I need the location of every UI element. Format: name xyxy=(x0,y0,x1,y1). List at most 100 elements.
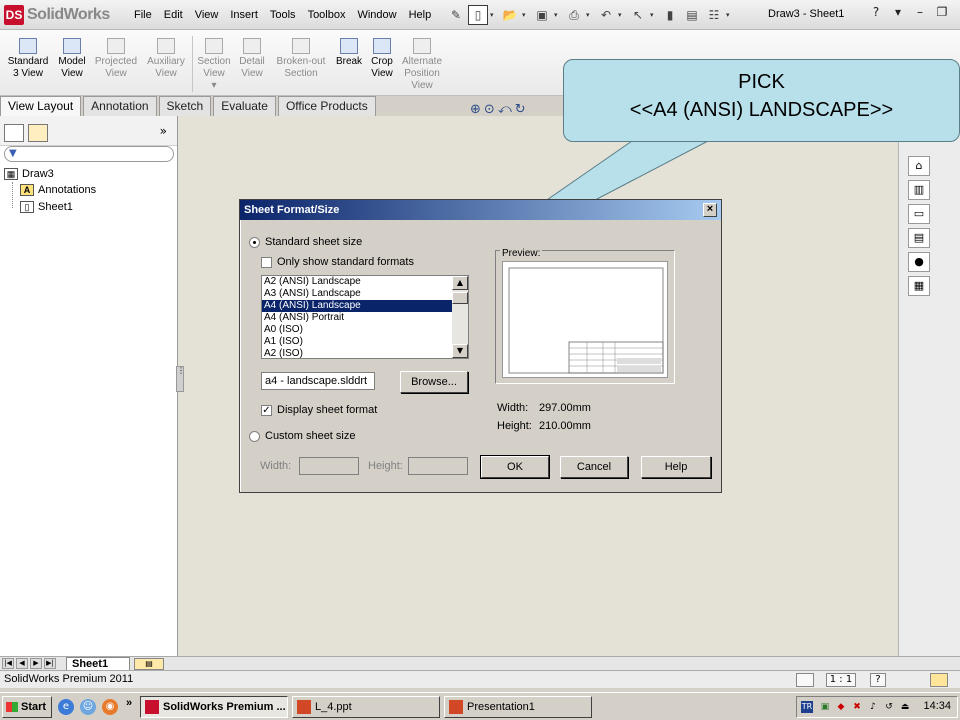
file-explorer-icon[interactable]: ▭ xyxy=(908,204,930,224)
menu-help[interactable]: Help xyxy=(403,9,438,21)
help-button[interactable]: Help xyxy=(641,456,711,478)
tree-item-annotations[interactable]: A Annotations xyxy=(20,184,96,196)
tab-office-products[interactable]: Office Products xyxy=(277,96,376,116)
print-icon[interactable]: ⎙ xyxy=(564,5,584,25)
options-icon[interactable]: ☷ xyxy=(704,5,724,25)
tab-annotation[interactable]: Annotation xyxy=(83,96,157,116)
feature-manager-tab-icon[interactable] xyxy=(4,124,24,142)
status-tag-icon[interactable] xyxy=(930,673,948,687)
standard-3-view-button[interactable]: Standard 3 View xyxy=(6,38,50,80)
last-sheet-icon[interactable]: ▶| xyxy=(44,658,56,669)
menu-file[interactable]: File xyxy=(128,9,158,21)
sheet-size-list[interactable]: A2 (ANSI) Landscape A3 (ANSI) Landscape … xyxy=(261,275,469,359)
start-button[interactable]: Start xyxy=(2,696,52,718)
task-presentation1[interactable]: Presentation1 xyxy=(444,696,592,718)
list-item[interactable]: A2 (ANSI) Landscape xyxy=(262,276,468,288)
projected-view-button[interactable]: Projected View xyxy=(92,38,140,80)
open-folder-icon[interactable]: 📂 xyxy=(500,5,520,25)
first-sheet-icon[interactable]: |◀ xyxy=(2,658,14,669)
task-solidworks[interactable]: SolidWorks Premium ... xyxy=(140,696,288,718)
dialog-close-icon[interactable]: × xyxy=(703,203,717,217)
browse-button[interactable]: Browse... xyxy=(400,371,468,393)
custom-properties-icon[interactable]: ▦ xyxy=(908,276,930,296)
help-dropdown-icon[interactable]: ▾ xyxy=(890,5,906,19)
list-item[interactable]: A4 (ANSI) Portrait xyxy=(262,312,468,324)
task-l4-ppt[interactable]: L_4.ppt xyxy=(292,696,440,718)
appearances-icon[interactable]: ● xyxy=(908,252,930,272)
security-icon[interactable]: ◆ xyxy=(835,701,847,713)
zoom-to-fit-icon[interactable]: ⊕ xyxy=(470,102,481,117)
rotate-view-icon[interactable]: ↻ xyxy=(515,102,526,117)
volume-icon[interactable]: ♪ xyxy=(867,701,879,713)
expand-panel-icon[interactable]: » xyxy=(160,124,167,138)
open-dropdown-icon[interactable]: ▾ xyxy=(522,11,530,19)
pin-icon[interactable]: ✎ xyxy=(446,5,466,25)
help-icon[interactable]: ? xyxy=(868,5,884,19)
section-view-button[interactable]: Section View ▾ xyxy=(194,38,234,92)
sheet-tab-sheet1[interactable]: Sheet1 xyxy=(66,657,130,671)
property-manager-tab-icon[interactable] xyxy=(28,124,48,142)
list-item[interactable]: A2 (ISO) xyxy=(262,348,468,358)
list-item[interactable]: A1 (ISO) xyxy=(262,336,468,348)
select-dropdown-icon[interactable]: ▾ xyxy=(650,11,658,19)
previous-view-icon[interactable]: ⤺ xyxy=(498,102,512,117)
scroll-down-icon[interactable]: ▼ xyxy=(452,344,468,358)
print-dropdown-icon[interactable]: ▾ xyxy=(586,11,594,19)
next-sheet-icon[interactable]: ▶ xyxy=(30,658,42,669)
options-dropdown-icon[interactable]: ▾ xyxy=(726,11,734,19)
custom-sheet-size-radio[interactable]: Custom sheet size xyxy=(249,430,355,442)
update-icon[interactable]: ↺ xyxy=(883,701,895,713)
menu-edit[interactable]: Edit xyxy=(158,9,189,21)
list-item-selected[interactable]: A4 (ANSI) Landscape xyxy=(262,300,468,312)
alternate-position-view-button[interactable]: Alternate Position View xyxy=(398,38,446,92)
panel-splitter-handle[interactable]: ⋮ xyxy=(176,366,185,392)
list-item[interactable]: A0 (ISO) xyxy=(262,324,468,336)
minimize-icon[interactable]: – xyxy=(912,5,928,19)
home-icon[interactable]: ⌂ xyxy=(908,156,930,176)
antivirus-icon[interactable]: ✖ xyxy=(851,701,863,713)
solidworks-logo[interactable]: DS SolidWorks xyxy=(4,4,110,26)
menu-tools[interactable]: Tools xyxy=(264,9,302,21)
tab-view-layout[interactable]: View Layout xyxy=(0,96,82,116)
previous-sheet-icon[interactable]: ◀ xyxy=(16,658,28,669)
tab-evaluate[interactable]: Evaluate xyxy=(213,96,276,116)
tab-sketch[interactable]: Sketch xyxy=(158,96,212,116)
custom-height-input[interactable] xyxy=(408,457,468,475)
new-document-icon[interactable]: ▯ xyxy=(468,5,488,25)
cancel-button[interactable]: Cancel xyxy=(560,456,628,478)
ok-button[interactable]: OK xyxy=(480,455,550,479)
select-arrow-icon[interactable]: ↖ xyxy=(628,5,648,25)
tree-item-draw3[interactable]: ▦ Draw3 xyxy=(4,168,54,180)
file-properties-icon[interactable]: ▤ xyxy=(682,5,702,25)
break-button[interactable]: Break xyxy=(332,38,366,68)
crop-view-button[interactable]: Crop View xyxy=(368,38,396,80)
detail-view-button[interactable]: Detail View xyxy=(236,38,268,80)
custom-width-input[interactable] xyxy=(299,457,359,475)
list-item[interactable]: A3 (ANSI) Landscape xyxy=(262,288,468,300)
sheet-scale[interactable]: 1 : 1 xyxy=(826,673,856,687)
only-standard-formats-checkbox[interactable]: Only show standard formats xyxy=(261,256,414,268)
scroll-thumb[interactable] xyxy=(452,292,468,304)
undo-icon[interactable]: ↶ xyxy=(596,5,616,25)
network-icon[interactable]: ▣ xyxy=(819,701,831,713)
view-palette-icon[interactable]: ▤ xyxy=(908,228,930,248)
add-sheet-icon[interactable]: ▤ xyxy=(134,658,164,670)
sheet-format-file-field[interactable]: a4 - landscape.slddrt xyxy=(261,372,375,390)
close-icon[interactable]: ✕ xyxy=(956,5,960,19)
status-help-icon[interactable]: ? xyxy=(870,673,886,687)
restore-icon[interactable]: ❐ xyxy=(934,5,950,19)
quick-launch-more[interactable]: » xyxy=(126,697,132,709)
menu-insert[interactable]: Insert xyxy=(224,9,264,21)
language-indicator[interactable]: TR xyxy=(801,701,813,713)
menu-view[interactable]: View xyxy=(189,9,225,21)
tree-item-sheet1[interactable]: ▯ Sheet1 xyxy=(20,201,73,213)
new-dropdown-icon[interactable]: ▾ xyxy=(490,11,498,19)
undo-dropdown-icon[interactable]: ▾ xyxy=(618,11,626,19)
save-icon[interactable]: ▣ xyxy=(532,5,552,25)
menu-window[interactable]: Window xyxy=(351,9,402,21)
save-dropdown-icon[interactable]: ▾ xyxy=(554,11,562,19)
list-scrollbar[interactable]: ▲ ▼ xyxy=(452,276,468,358)
standard-sheet-size-radio[interactable]: Standard sheet size xyxy=(249,236,362,248)
zoom-area-icon[interactable]: ⊙ xyxy=(484,102,495,117)
design-library-icon[interactable]: ▥ xyxy=(908,180,930,200)
